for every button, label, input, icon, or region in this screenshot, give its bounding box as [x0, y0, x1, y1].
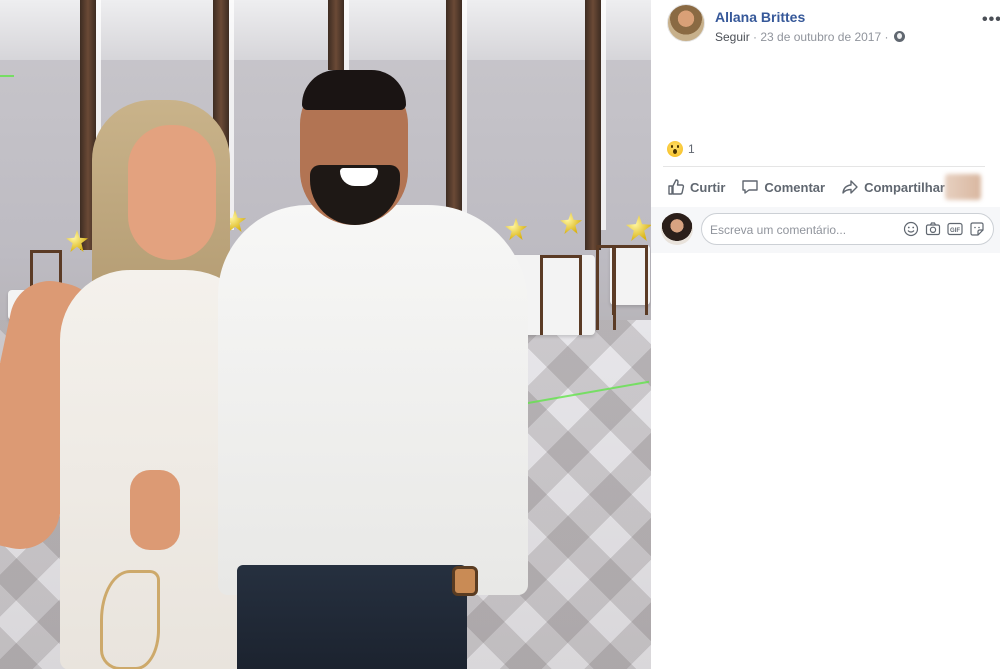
author-name-link[interactable]: Allana Brittes	[715, 9, 805, 25]
wristwatch	[452, 566, 478, 596]
post-photo[interactable]	[0, 0, 651, 669]
camera-icon[interactable]	[925, 221, 941, 237]
post-date-link[interactable]: 23 de outubro de 2017	[760, 30, 881, 44]
thumbs-up-icon	[668, 179, 685, 195]
sticker-icon[interactable]	[969, 221, 985, 237]
share-label: Compartilhar	[864, 179, 945, 195]
wow-icon	[667, 141, 683, 157]
reaction-summary[interactable]: 1	[667, 141, 695, 157]
emoji-icon[interactable]	[903, 221, 919, 237]
post-header: Allana Brittes Seguir · 23 de outubro de…	[667, 4, 1000, 44]
woman-face	[128, 125, 216, 260]
more-options-icon[interactable]: •••	[982, 11, 1000, 29]
post-side-panel: Allana Brittes Seguir · 23 de outubro de…	[651, 0, 1000, 669]
comment-tools: GIF	[903, 221, 985, 237]
woman-hand	[130, 470, 180, 550]
share-audience-avatar[interactable]	[945, 174, 981, 200]
globe-icon[interactable]	[893, 31, 905, 42]
reaction-count: 1	[688, 142, 695, 156]
post-actions: Curtir Comentar Compartilhar	[667, 174, 961, 200]
star-balloon	[560, 212, 582, 234]
divider	[663, 166, 985, 167]
meta-separator: ·	[753, 30, 758, 44]
like-label: Curtir	[690, 179, 726, 195]
comment-composer: GIF	[651, 207, 1000, 253]
post-meta: Seguir · 23 de outubro de 2017 ·	[715, 30, 905, 44]
chair	[612, 245, 648, 315]
wall-pillar	[585, 0, 606, 250]
comment-input[interactable]	[710, 221, 900, 239]
gif-icon[interactable]: GIF	[947, 221, 963, 237]
dress-gold-embroidery	[100, 570, 160, 669]
like-button[interactable]: Curtir	[667, 178, 725, 196]
meta-separator: ·	[884, 30, 889, 44]
star-balloon	[505, 218, 527, 240]
man-jeans	[237, 565, 467, 669]
comment-button[interactable]: Comentar	[741, 178, 825, 196]
author-avatar[interactable]	[667, 4, 705, 42]
svg-text:GIF: GIF	[950, 228, 960, 234]
share-icon	[842, 180, 858, 194]
comment-icon	[742, 180, 759, 194]
man-hair	[302, 70, 406, 110]
share-button[interactable]: Compartilhar	[841, 178, 945, 196]
star-balloon	[626, 215, 651, 241]
follow-link[interactable]: Seguir	[715, 30, 750, 44]
wall-pillar	[328, 0, 349, 230]
man-white-shirt	[218, 205, 528, 595]
comment-label: Comentar	[764, 179, 826, 195]
laser-light	[0, 75, 14, 77]
commenter-avatar	[661, 213, 693, 245]
chair	[540, 255, 582, 335]
comment-box[interactable]: GIF	[701, 213, 994, 245]
